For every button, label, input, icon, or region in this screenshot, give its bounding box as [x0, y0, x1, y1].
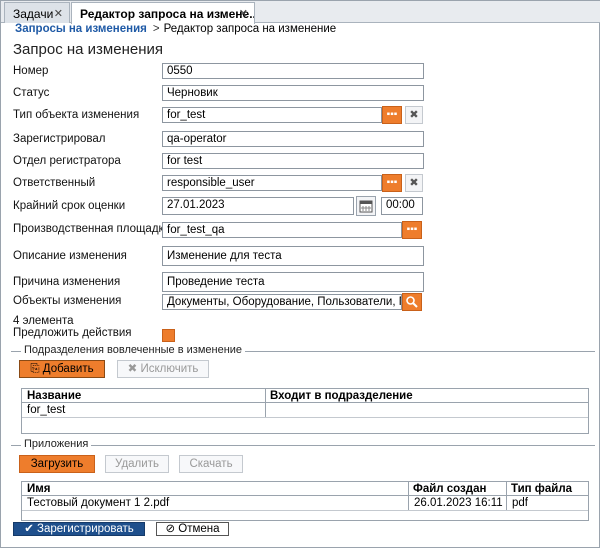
- departments-group: Подразделения вовлеченные в изменение: [11, 344, 595, 356]
- remove-icon: ✖: [127, 363, 138, 375]
- register-button[interactable]: ✔ Зарегистрировать: [13, 522, 145, 536]
- column-header-filetype[interactable]: Тип файла: [506, 482, 588, 496]
- change-objects-label: Объекты изменения: [13, 295, 122, 307]
- departments-group-title: Подразделения вовлеченные в изменение: [21, 344, 246, 356]
- clear-icon[interactable]: ✖: [405, 106, 423, 124]
- status-label: Статус: [13, 87, 50, 99]
- attachments-group: Приложения: [11, 438, 595, 450]
- change-objects-field[interactable]: Документы, Оборудование, Пользователи, П…: [162, 294, 402, 310]
- registered-by-field[interactable]: qa-operator: [162, 131, 424, 147]
- column-header-created[interactable]: Файл создан: [408, 482, 506, 496]
- registrar-dept-label: Отдел регистратора: [13, 155, 121, 167]
- row-divider: [22, 417, 588, 418]
- column-header-parent[interactable]: Входит в подразделение: [265, 389, 588, 403]
- tab-request-editor[interactable]: Редактор запроса на измене... ✕: [71, 2, 255, 24]
- cancel-label: Отмена: [178, 523, 220, 535]
- add-department-button[interactable]: ⎘ Добавить: [19, 360, 105, 378]
- table-cell-filetype: pdf: [512, 497, 528, 509]
- register-label: Зарегистрировать: [37, 523, 134, 535]
- propose-actions-checkbox[interactable]: [162, 329, 175, 342]
- production-site-label: Производственная площадка: [13, 223, 171, 235]
- breadcrumb-separator: >: [152, 23, 160, 35]
- breadcrumb-current: Редактор запроса на изменение: [163, 23, 337, 35]
- ellipsis-icon[interactable]: ▪▪▪: [402, 221, 422, 239]
- add-icon: ⎘: [30, 363, 40, 375]
- table-row[interactable]: Тестовый документ 1 2.pdf: [22, 497, 169, 510]
- column-header-name[interactable]: Название: [22, 389, 265, 403]
- search-icon[interactable]: [402, 293, 422, 311]
- tab-tasks[interactable]: Задачи ✕: [4, 2, 70, 23]
- object-type-field[interactable]: for_test: [162, 107, 382, 123]
- change-reason-field[interactable]: Проведение теста: [162, 272, 424, 292]
- deadline-date-field[interactable]: 27.01.2023: [162, 197, 354, 215]
- table-row[interactable]: for_test: [22, 404, 65, 417]
- clear-icon[interactable]: ✖: [405, 174, 423, 192]
- tab-label: Редактор запроса на измене...: [80, 7, 255, 21]
- change-objects-count: 4 элемента: [13, 315, 74, 327]
- change-description-label: Описание изменения: [13, 250, 127, 262]
- ellipsis-icon[interactable]: ▪▪▪: [382, 174, 402, 192]
- page-title: Запрос на изменения: [13, 41, 163, 58]
- close-icon[interactable]: ✕: [239, 7, 248, 20]
- check-icon: ✔: [24, 523, 34, 535]
- departments-table: Название Входит в подразделение for_test: [21, 388, 589, 434]
- cancel-icon: ⊘: [165, 523, 176, 535]
- registered-by-label: Зарегистрировал: [13, 133, 106, 145]
- change-description-field[interactable]: Изменение для теста: [162, 246, 424, 266]
- production-site-field[interactable]: for_test_qa: [162, 222, 402, 238]
- upload-button[interactable]: Загрузить: [19, 455, 95, 473]
- add-department-label: Добавить: [42, 363, 94, 375]
- status-field[interactable]: Черновик: [162, 85, 424, 101]
- ellipsis-icon[interactable]: ▪▪▪: [382, 106, 402, 124]
- row-divider: [22, 510, 588, 511]
- calendar-icon[interactable]: [356, 196, 376, 216]
- responsible-label: Ответственный: [13, 177, 96, 189]
- column-header-filename[interactable]: Имя: [22, 482, 408, 496]
- table-cell-created: 26.01.2023 16:11: [414, 497, 503, 509]
- tab-bar: Задачи ✕ Редактор запроса на измене... ✕: [1, 1, 600, 24]
- number-field[interactable]: 0550: [162, 63, 424, 79]
- tab-label: Задачи: [13, 7, 54, 21]
- attachments-table: Имя Файл создан Тип файла Тестовый докум…: [21, 481, 589, 521]
- cancel-button[interactable]: ⊘ Отмена: [156, 522, 229, 536]
- number-label: Номер: [13, 65, 49, 77]
- object-type-label: Тип объекта изменения: [13, 109, 140, 121]
- registrar-dept-field[interactable]: for test: [162, 153, 424, 169]
- window-frame: Задачи ✕ Редактор запроса на измене... ✕…: [0, 0, 600, 548]
- delete-button[interactable]: Удалить: [105, 455, 169, 473]
- deadline-time-field[interactable]: 00:00: [381, 197, 423, 215]
- exclude-department-label: Исключить: [140, 363, 199, 375]
- exclude-department-button[interactable]: ✖ Исключить: [117, 360, 209, 378]
- deadline-label: Крайний срок оценки: [13, 200, 126, 212]
- attachments-group-title: Приложения: [21, 438, 92, 450]
- close-icon[interactable]: ✕: [54, 7, 63, 20]
- breadcrumb-link-requests[interactable]: Запросы на изменения: [15, 23, 147, 35]
- change-reason-label: Причина изменения: [13, 276, 121, 288]
- propose-actions-label: Предложить действия: [13, 327, 132, 339]
- download-button[interactable]: Скачать: [179, 455, 243, 473]
- responsible-field[interactable]: responsible_user: [162, 175, 382, 191]
- table-cell-parent: [266, 404, 271, 417]
- breadcrumb: Запросы на изменения > Редактор запроса на…: [15, 23, 336, 35]
